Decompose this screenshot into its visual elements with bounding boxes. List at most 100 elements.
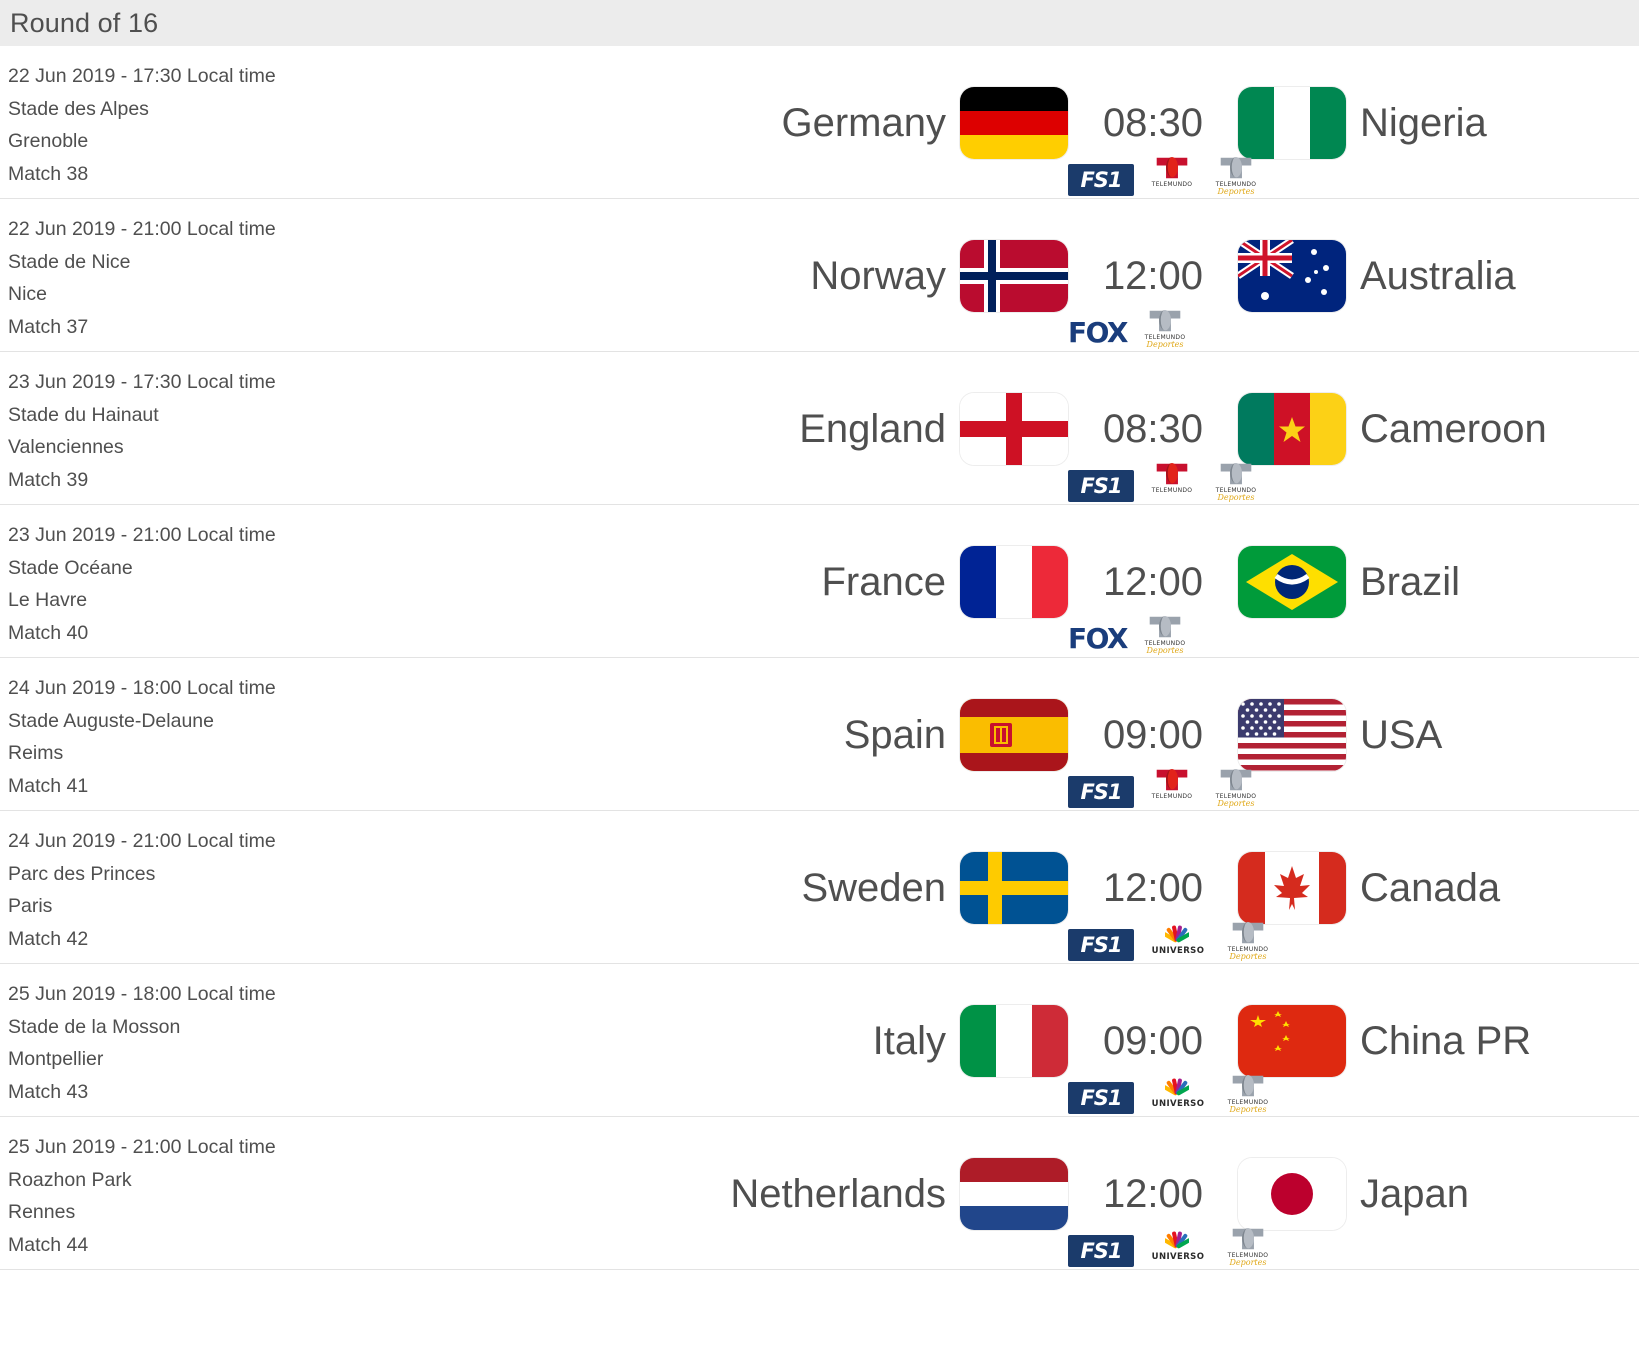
telemundo-logo[interactable]: TELEMUNDO xyxy=(1146,462,1198,502)
match-rows-container: 22 Jun 2019 - 17:30 Local time Stade des … xyxy=(0,46,1639,1270)
match-city: Le Havre xyxy=(8,589,88,611)
broadcaster-fs1[interactable]: FS1 xyxy=(1068,464,1134,502)
broadcaster-fs1[interactable]: FS1 xyxy=(1068,923,1134,961)
telemundo-deportes-logo[interactable]: TELEMUNDO Deportes xyxy=(1210,462,1262,502)
match-stadium: Stade de la Mosson xyxy=(8,1015,181,1038)
fs1-logo[interactable]: FS1 xyxy=(1068,164,1134,196)
match-city: Valenciennes xyxy=(8,436,124,458)
peacock-icon xyxy=(1162,1227,1192,1251)
match-number: Match 40 xyxy=(8,621,89,644)
match-number: Match 43 xyxy=(8,1080,89,1103)
broadcaster-telemundo[interactable]: TELEMUNDO xyxy=(1146,768,1198,808)
telemundo-deportes-logo[interactable]: TELEMUNDO Deportes xyxy=(1139,309,1191,349)
telemundo-deportes-logo[interactable]: TELEMUNDO Deportes xyxy=(1222,1227,1274,1267)
broadcaster-telemundo_deportes[interactable]: TELEMUNDO Deportes xyxy=(1222,921,1274,961)
broadcaster-universo[interactable]: UNIVERSO xyxy=(1146,1076,1210,1114)
away-team-name: Japan xyxy=(1360,1171,1469,1216)
telemundo-logo[interactable]: TELEMUNDO xyxy=(1146,156,1198,196)
match-row[interactable]: 23 Jun 2019 - 21:00 Local time Stade Océa… xyxy=(0,505,1639,658)
away-team-name: USA xyxy=(1360,712,1443,757)
broadcaster-fs1[interactable]: FS1 xyxy=(1068,770,1134,808)
broadcaster-telemundo[interactable]: TELEMUNDO xyxy=(1146,462,1198,502)
kickoff-time: 08:30 xyxy=(1102,406,1204,451)
telemundo-deportes-logo[interactable]: TELEMUNDO Deportes xyxy=(1222,1074,1274,1114)
home-team-name: Norway xyxy=(810,253,946,298)
match-row[interactable]: 23 Jun 2019 - 17:30 Local time Stade du H… xyxy=(0,352,1639,505)
match-meta: 24 Jun 2019 - 21:00 Local time Parc des P… xyxy=(0,811,470,955)
broadcaster-list: FS1 TELEMUNDO TELEMUNDO Deportes xyxy=(470,150,1639,196)
fox-logo[interactable]: FOX xyxy=(1068,623,1129,655)
away-team-flag-icon xyxy=(1238,239,1346,312)
match-city: Rennes xyxy=(8,1201,76,1223)
match-datetime: 22 Jun 2019 - 17:30 Local time xyxy=(8,65,276,87)
match-city: Montpellier xyxy=(8,1048,104,1070)
universo-logo[interactable]: UNIVERSO xyxy=(1146,1227,1210,1267)
match-row[interactable]: 22 Jun 2019 - 17:30 Local time Stade des … xyxy=(0,46,1639,199)
broadcaster-universo[interactable]: UNIVERSO xyxy=(1146,923,1210,961)
universo-logo[interactable]: UNIVERSO xyxy=(1146,921,1210,961)
match-datetime: 22 Jun 2019 - 21:00 Local time xyxy=(8,218,276,240)
round-header: Round of 16 xyxy=(0,0,1639,46)
broadcaster-fs1[interactable]: FS1 xyxy=(1068,1076,1134,1114)
broadcaster-telemundo_deportes[interactable]: TELEMUNDO Deportes xyxy=(1139,309,1191,349)
broadcaster-telemundo[interactable]: TELEMUNDO xyxy=(1146,156,1198,196)
fs1-logo[interactable]: FS1 xyxy=(1068,1082,1134,1114)
match-row[interactable]: 24 Jun 2019 - 18:00 Local time Stade Augu… xyxy=(0,658,1639,811)
broadcaster-telemundo_deportes[interactable]: TELEMUNDO Deportes xyxy=(1222,1074,1274,1114)
telemundo-deportes-logo[interactable]: TELEMUNDO Deportes xyxy=(1210,768,1262,808)
broadcaster-list: FOX TELEMUNDO Deportes xyxy=(470,303,1639,349)
telemundo-deportes-logo[interactable]: TELEMUNDO Deportes xyxy=(1210,156,1262,196)
match-row[interactable]: 22 Jun 2019 - 21:00 Local time Stade de N… xyxy=(0,199,1639,352)
home-team-flag-icon xyxy=(960,1004,1068,1077)
home-team-name: England xyxy=(799,406,946,451)
match-stadium: Stade des Alpes xyxy=(8,97,149,120)
universo-logo[interactable]: UNIVERSO xyxy=(1146,1074,1210,1114)
broadcaster-fox[interactable]: FOX xyxy=(1068,617,1129,655)
broadcaster-fs1[interactable]: FS1 xyxy=(1068,158,1134,196)
away-team-flag-icon xyxy=(1238,1157,1346,1230)
kickoff-time: 12:00 xyxy=(1102,559,1204,604)
match-number: Match 38 xyxy=(8,162,89,185)
match-stadium: Stade de Nice xyxy=(8,250,131,273)
broadcaster-telemundo_deportes[interactable]: TELEMUNDO Deportes xyxy=(1139,615,1191,655)
broadcaster-list: FS1 UNIVERSO TELEMUNDO Deportes xyxy=(470,1068,1639,1114)
telemundo-logo[interactable]: TELEMUNDO xyxy=(1146,768,1198,808)
fs1-logo[interactable]: FS1 xyxy=(1068,929,1134,961)
peacock-icon xyxy=(1162,1074,1192,1098)
away-team-name: Cameroon xyxy=(1360,406,1547,451)
broadcaster-universo[interactable]: UNIVERSO xyxy=(1146,1229,1210,1267)
home-team-name: France xyxy=(821,559,947,604)
match-city: Reims xyxy=(8,742,64,764)
match-row[interactable]: 24 Jun 2019 - 21:00 Local time Parc des P… xyxy=(0,811,1639,964)
broadcaster-telemundo_deportes[interactable]: TELEMUNDO Deportes xyxy=(1210,462,1262,502)
fs1-logo[interactable]: FS1 xyxy=(1068,776,1134,808)
broadcaster-telemundo_deportes[interactable]: TELEMUNDO Deportes xyxy=(1210,768,1262,808)
broadcaster-list: FOX TELEMUNDO Deportes xyxy=(470,609,1639,655)
home-team-name: Germany xyxy=(781,100,947,145)
match-stadium: Stade Océane xyxy=(8,556,133,579)
match-meta: 22 Jun 2019 - 17:30 Local time Stade des … xyxy=(0,46,470,190)
telemundo-deportes-logo[interactable]: TELEMUNDO Deportes xyxy=(1222,921,1274,961)
match-row[interactable]: 25 Jun 2019 - 18:00 Local time Stade de l… xyxy=(0,964,1639,1117)
broadcaster-list: FS1 UNIVERSO TELEMUNDO Deportes xyxy=(470,915,1639,961)
telemundo-deportes-logo[interactable]: TELEMUNDO Deportes xyxy=(1139,615,1191,655)
away-team-name: China PR xyxy=(1360,1018,1532,1063)
away-team-name: Canada xyxy=(1360,865,1501,910)
match-meta: 25 Jun 2019 - 21:00 Local time Roazhon Pa… xyxy=(0,1117,470,1261)
match-datetime: 24 Jun 2019 - 18:00 Local time xyxy=(8,677,276,699)
home-team-flag-icon xyxy=(960,392,1068,465)
broadcaster-fs1[interactable]: FS1 xyxy=(1068,1229,1134,1267)
match-row[interactable]: 25 Jun 2019 - 21:00 Local time Roazhon Pa… xyxy=(0,1117,1639,1270)
match-city: Nice xyxy=(8,283,48,305)
broadcaster-fox[interactable]: FOX xyxy=(1068,311,1129,349)
broadcaster-telemundo_deportes[interactable]: TELEMUNDO Deportes xyxy=(1210,156,1262,196)
kickoff-time: 12:00 xyxy=(1102,865,1204,910)
fs1-logo[interactable]: FS1 xyxy=(1068,470,1134,502)
broadcaster-list: FS1 UNIVERSO TELEMUNDO Deportes xyxy=(470,1221,1639,1267)
match-datetime: 25 Jun 2019 - 18:00 Local time xyxy=(8,983,276,1005)
fs1-logo[interactable]: FS1 xyxy=(1068,1235,1134,1267)
match-stadium: Stade du Hainaut xyxy=(8,403,159,426)
fox-logo[interactable]: FOX xyxy=(1068,317,1129,349)
kickoff-time: 12:00 xyxy=(1102,253,1204,298)
broadcaster-telemundo_deportes[interactable]: TELEMUNDO Deportes xyxy=(1222,1227,1274,1267)
